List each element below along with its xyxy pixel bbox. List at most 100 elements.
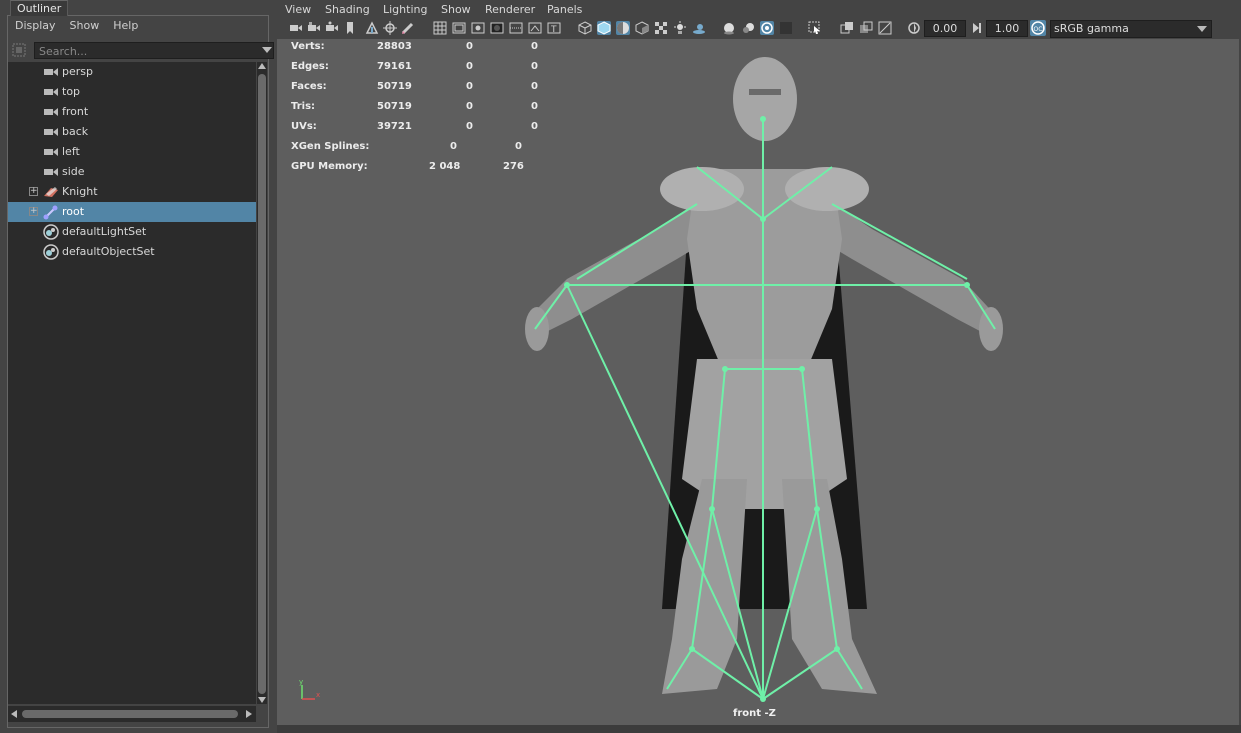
shadows-icon[interactable] bbox=[692, 21, 706, 35]
right-pauldron bbox=[785, 167, 869, 211]
menu-display[interactable]: Display bbox=[8, 18, 63, 36]
list-item-persp[interactable]: persp bbox=[8, 62, 256, 82]
menu-lighting[interactable]: Lighting bbox=[383, 3, 427, 16]
gamma-icon[interactable] bbox=[970, 21, 984, 35]
list-item-root[interactable]: + root bbox=[8, 202, 256, 222]
scroll-right-icon[interactable] bbox=[246, 710, 252, 718]
menu-renderer[interactable]: Renderer bbox=[485, 3, 535, 16]
3d-viewport[interactable]: Verts: 28803 0 0 Edges: 79161 0 0 Faces:… bbox=[277, 39, 1239, 725]
film-gate-icon[interactable] bbox=[452, 21, 466, 35]
list-item-left[interactable]: left bbox=[8, 142, 256, 162]
motion-blur-icon[interactable] bbox=[741, 21, 755, 35]
2d-pan-zoom-icon[interactable] bbox=[383, 21, 397, 35]
list-item-back[interactable]: back bbox=[8, 122, 256, 142]
grease-pencil-icon[interactable] bbox=[401, 21, 415, 35]
color-space-dropdown[interactable]: sRGB gamma bbox=[1050, 20, 1212, 38]
ambient-occlusion-icon[interactable] bbox=[722, 21, 736, 35]
outliner-tab[interactable]: Outliner bbox=[10, 0, 69, 16]
left-pauldron bbox=[660, 167, 744, 211]
scroll-down-icon[interactable] bbox=[258, 697, 266, 703]
scroll-thumb[interactable] bbox=[258, 74, 266, 694]
isolate-select-icon[interactable] bbox=[808, 21, 822, 35]
menu-show[interactable]: Show bbox=[441, 3, 471, 16]
vertical-scrollbar[interactable] bbox=[257, 62, 267, 704]
right-hand bbox=[979, 307, 1003, 351]
grid-icon[interactable] bbox=[433, 21, 447, 35]
list-item-defaultlightset[interactable]: defaultLightSet bbox=[8, 222, 256, 242]
list-item-label: defaultLightSet bbox=[62, 225, 147, 238]
list-item-defaultobjectset[interactable]: defaultObjectSet bbox=[8, 242, 256, 262]
wireframe-on-shaded-icon[interactable] bbox=[616, 21, 630, 35]
axis-gizmo: y x bbox=[299, 679, 320, 700]
svg-text:OCI: OCI bbox=[1034, 26, 1045, 33]
search-dropdown-icon[interactable] bbox=[262, 47, 272, 53]
list-item-knight[interactable]: + Knight bbox=[8, 182, 256, 202]
viewport-bottom-strip bbox=[277, 725, 1241, 733]
outliner-tree: persp top front back left side + Knight bbox=[8, 62, 256, 704]
image-plane-icon[interactable] bbox=[365, 21, 379, 35]
camera-icon bbox=[44, 168, 58, 176]
bookmark-camera-icon[interactable] bbox=[325, 21, 339, 35]
menu-help[interactable]: Help bbox=[106, 18, 145, 36]
scroll-up-icon[interactable] bbox=[258, 63, 266, 69]
list-item-label: front bbox=[62, 105, 89, 118]
helmet bbox=[733, 57, 797, 141]
gamma-field[interactable]: 1.00 bbox=[986, 20, 1028, 37]
gate-mask-icon[interactable] bbox=[490, 21, 504, 35]
knight-model[interactable] bbox=[277, 39, 1239, 725]
menu-shading[interactable]: Shading bbox=[325, 3, 370, 16]
chevron-down-icon bbox=[1197, 26, 1207, 32]
axis-y-label: y bbox=[299, 679, 303, 686]
search-input[interactable]: Search... bbox=[34, 42, 274, 59]
expand-icon[interactable]: + bbox=[29, 207, 38, 216]
list-item-front[interactable]: front bbox=[8, 102, 256, 122]
xray-active-icon[interactable] bbox=[859, 21, 873, 35]
bookmark-icon[interactable] bbox=[343, 21, 357, 35]
field-chart-icon[interactable] bbox=[509, 21, 523, 35]
list-item-label: back bbox=[62, 125, 89, 138]
xray-icon[interactable] bbox=[840, 21, 854, 35]
anti-aliasing-icon[interactable] bbox=[760, 21, 774, 35]
camera-icon bbox=[44, 148, 58, 156]
expand-icon[interactable]: + bbox=[29, 187, 38, 196]
list-item-label: side bbox=[62, 165, 85, 178]
list-item-label: Knight bbox=[62, 185, 98, 198]
set-icon bbox=[43, 224, 59, 240]
camera-icon bbox=[44, 88, 58, 96]
wireframe-icon[interactable] bbox=[578, 21, 592, 35]
filter-icon[interactable] bbox=[12, 43, 26, 57]
lights-icon[interactable] bbox=[673, 21, 687, 35]
exposure-field[interactable]: 0.00 bbox=[924, 20, 966, 37]
list-item-label: left bbox=[62, 145, 80, 158]
xray-joints-icon[interactable] bbox=[878, 21, 892, 35]
camera-attributes-icon[interactable] bbox=[307, 21, 321, 35]
textured-icon[interactable] bbox=[635, 21, 649, 35]
checker-icon[interactable] bbox=[654, 21, 668, 35]
list-item-side[interactable]: side bbox=[8, 162, 256, 182]
list-item-top[interactable]: top bbox=[8, 82, 256, 102]
select-camera-icon[interactable] bbox=[289, 21, 303, 35]
safe-title-icon[interactable]: T bbox=[547, 21, 561, 35]
joint-icon bbox=[43, 205, 58, 220]
color-management-icon[interactable]: OCI bbox=[1030, 20, 1046, 36]
camera-icon bbox=[44, 128, 58, 136]
scroll-thumb[interactable] bbox=[22, 710, 238, 718]
camera-icon bbox=[44, 108, 58, 116]
menu-show[interactable]: Show bbox=[63, 18, 107, 36]
scroll-left-icon[interactable] bbox=[11, 710, 17, 718]
smooth-shade-icon[interactable] bbox=[597, 21, 611, 35]
outliner-panel: Outliner Display Show Help Search... per… bbox=[0, 0, 274, 733]
depth-of-field-icon[interactable] bbox=[779, 21, 793, 35]
safe-action-icon[interactable] bbox=[528, 21, 542, 35]
svg-text:T: T bbox=[550, 25, 557, 35]
exposure-icon[interactable] bbox=[907, 21, 921, 35]
menu-view[interactable]: View bbox=[285, 3, 311, 16]
list-item-label: root bbox=[62, 205, 85, 218]
color-space-value: sRGB gamma bbox=[1054, 22, 1129, 35]
horizontal-scrollbar[interactable] bbox=[8, 706, 256, 722]
resolution-gate-icon[interactable] bbox=[471, 21, 485, 35]
set-icon bbox=[43, 244, 59, 260]
menu-panels[interactable]: Panels bbox=[547, 3, 582, 16]
list-item-label: defaultObjectSet bbox=[62, 245, 155, 258]
helmet-visor bbox=[749, 89, 781, 95]
